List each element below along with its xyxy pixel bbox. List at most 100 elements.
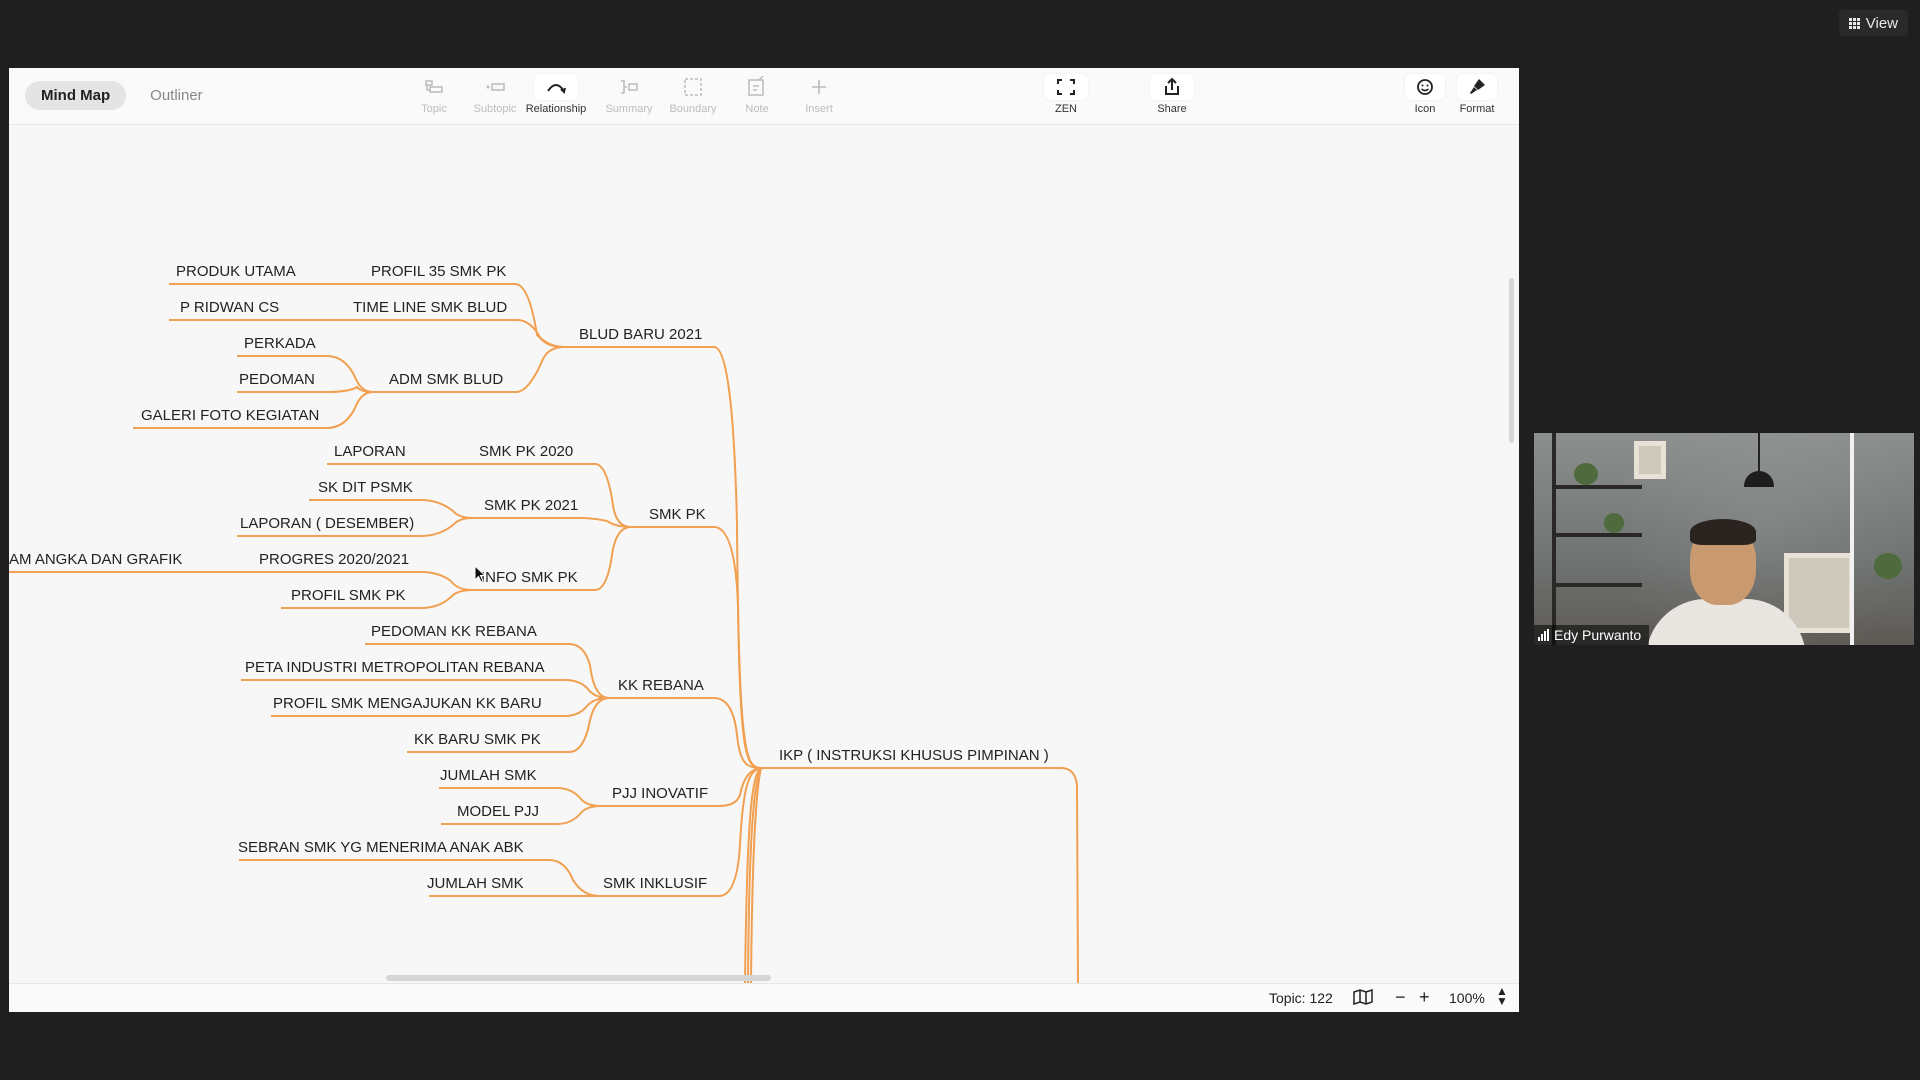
plant [1874,553,1902,579]
topic-kk-rebana[interactable]: KK REBANA [618,677,704,694]
topic-model-pjj[interactable]: MODEL PJJ [457,803,539,820]
subtopic-icon [460,74,530,100]
zen-button[interactable]: ZEN [1031,74,1101,115]
topic-perkada[interactable]: PERKADA [244,335,316,352]
topic-profil-35-smk-pk[interactable]: PROFIL 35 SMK PK [371,263,506,280]
plant [1604,513,1624,533]
shelf-board [1552,485,1642,489]
topic-p-ridwan-cs[interactable]: P RIDWAN CS [180,299,279,316]
topic-smk-pk-2020[interactable]: SMK PK 2020 [479,443,573,460]
vertical-scrollbar[interactable] [1509,278,1514,443]
icon-label: Icon [1414,103,1436,115]
icon-panel-button[interactable]: Icon [1398,74,1452,115]
topic-smk-pk-2021[interactable]: SMK PK 2021 [484,497,578,514]
map-overview-icon[interactable] [1353,988,1373,1008]
topic-time-line-smk-blud[interactable]: TIME LINE SMK BLUD [353,299,507,316]
mindmap-canvas[interactable]: IKP ( INSTRUKSI KHUSUS PIMPINAN ) BLUD B… [9,125,1509,983]
pendant-lamp-cord [1758,433,1760,473]
topic-pedoman[interactable]: PEDOMAN [239,371,315,388]
note-icon [722,74,792,100]
participant-nameplate: Edy Purwanto [1534,625,1650,645]
topic-blud-baru-2021[interactable]: BLUD BARU 2021 [579,326,702,343]
topic-peta-industri[interactable]: PETA INDUSTRI METROPOLITAN REBANA [245,659,545,676]
brush-icon [1457,74,1497,100]
summary-button[interactable]: Summary [594,74,664,115]
note-label: Note [745,103,769,115]
picture-frame [1634,441,1666,479]
link-kk [609,697,764,769]
link-timeline [169,319,565,348]
topic-adm-smk-blud[interactable]: ADM SMK BLUD [389,371,503,388]
share-icon [1150,74,1194,100]
zoom-stepper-icon[interactable]: ▲ ▼ [1496,985,1508,1007]
view-button[interactable]: View [1838,10,1908,36]
boundary-button[interactable]: Boundary [658,74,728,115]
topic-icon [399,74,469,100]
format-label: Format [1459,103,1495,115]
zen-label: ZEN [1055,103,1077,115]
insert-button[interactable]: Insert [784,74,854,115]
link-lower-2 [747,767,762,983]
plant [1574,463,1598,485]
topic-galeri-foto-kegiatan[interactable]: GALERI FOTO KEGIATAN [141,407,319,424]
summary-label: Summary [605,103,653,115]
zoom-level[interactable]: 100% [1449,990,1485,1006]
central-topic[interactable]: IKP ( INSTRUKSI KHUSUS PIMPINAN ) [779,747,1049,764]
topic-pedoman-kk-rebana[interactable]: PEDOMAN KK REBANA [371,623,537,640]
topic-sebran-smk-abk[interactable]: SEBRAN SMK YG MENERIMA ANAK ABK [238,839,524,856]
note-button[interactable]: Note [722,74,792,115]
zoom-in-button[interactable]: + [1419,987,1430,1008]
relationship-icon [534,74,578,100]
subtopic-button[interactable]: Subtopic [460,74,530,115]
window-frame [1850,433,1854,645]
participant-name: Edy Purwanto [1554,627,1642,643]
smiley-icon [1405,74,1445,100]
view-label: View [1865,14,1898,32]
link-sebran [239,859,600,897]
relationship-button[interactable]: Relationship [521,74,591,115]
topic-jumlah-smk-pjj[interactable]: JUMLAH SMK [440,767,537,784]
signal-strength-icon [1538,629,1549,641]
status-bar: Topic: 122 − + 100% ▲ ▼ [9,983,1519,1012]
shelf-board [1552,583,1642,587]
topic-smk-pk[interactable]: SMK PK [649,506,706,523]
zoom-out-button[interactable]: − [1395,987,1406,1008]
format-panel-button[interactable]: Format [1450,74,1504,115]
topic-smk-inklusif[interactable]: SMK INKLUSIF [603,875,707,892]
topic-info-smk-pk[interactable]: INFO SMK PK [481,569,578,586]
boundary-label: Boundary [669,103,717,115]
tab-outliner[interactable]: Outliner [134,81,219,110]
mouse-cursor-icon [474,565,487,583]
link-smkpk2021 [473,517,632,528]
topic-button[interactable]: Topic [399,74,469,115]
relationship-label: Relationship [525,103,587,115]
picture-frame [1784,553,1854,633]
horizontal-scrollbar[interactable] [386,975,771,981]
topic-angka-dan-grafik[interactable]: AM ANGKA DAN GRAFIK [9,551,182,568]
topic-count: Topic: 122 [1269,990,1333,1006]
central-underline [761,767,1079,983]
mindmap-connectors [9,283,1079,983]
grid-view-icon [1848,17,1860,29]
fullscreen-icon [1044,74,1088,100]
topic-progres-2020-2021[interactable]: PROGRES 2020/2021 [259,551,409,568]
plus-icon [784,74,854,100]
participant-hair [1690,519,1756,545]
share-button[interactable]: Share [1137,74,1207,115]
topic-profil-smk-kk-baru[interactable]: PROFIL SMK MENGAJUKAN KK BARU [273,695,542,712]
summary-icon [594,74,664,100]
topic-sk-dit-psmk[interactable]: SK DIT PSMK [318,479,413,496]
tab-mind-map[interactable]: Mind Map [25,81,127,110]
topic-produk-utama[interactable]: PRODUK UTAMA [176,263,296,280]
participant-video[interactable]: Edy Purwanto [1534,433,1914,645]
topic-kk-baru-smk-pk[interactable]: KK BARU SMK PK [414,731,541,748]
shelf-post [1552,433,1556,645]
topic-jumlah-smk-inklusif[interactable]: JUMLAH SMK [427,875,524,892]
topic-laporan[interactable]: LAPORAN [334,443,406,460]
shelf-board [1552,533,1642,537]
topic-pjj-inovatif[interactable]: PJJ INOVATIF [612,785,708,802]
topic-laporan-desember[interactable]: LAPORAN ( DESEMBER) [240,515,414,532]
share-label: Share [1157,103,1187,115]
mode-tabs: Mind Map Outliner [25,81,219,110]
topic-profil-smk-pk[interactable]: PROFIL SMK PK [291,587,405,604]
